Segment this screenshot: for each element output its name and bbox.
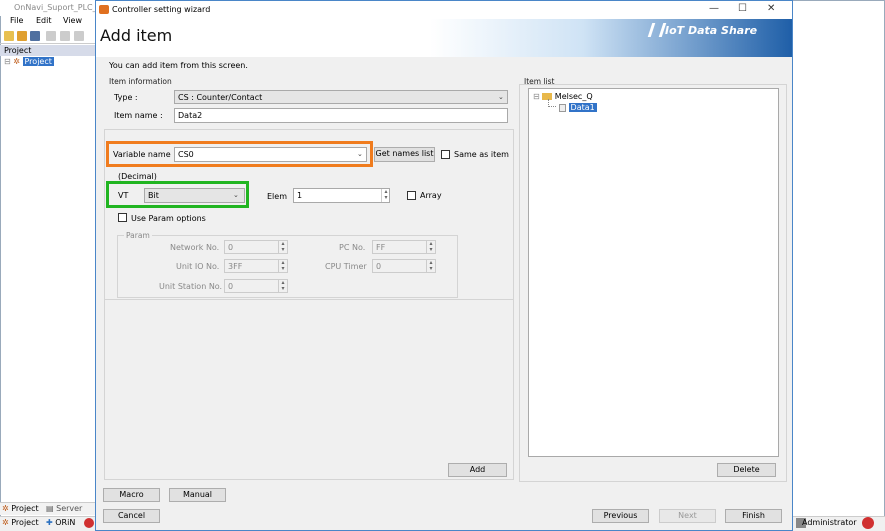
same-as-item-label: Same as item	[454, 150, 509, 159]
dialog-icon	[99, 5, 109, 14]
item-name-input[interactable]: Data2	[174, 108, 508, 123]
pc-no-label: PC No.	[339, 243, 366, 252]
cancel-button[interactable]: Cancel	[103, 509, 160, 523]
array-checkbox[interactable]	[407, 191, 416, 200]
previous-button[interactable]: Previous	[592, 509, 649, 523]
finish-button[interactable]: Finish	[725, 509, 782, 523]
delete-button[interactable]: Delete	[717, 463, 776, 477]
tree-connector	[548, 99, 556, 107]
project-tree-root[interactable]: ⊟ ✲ Project	[4, 57, 54, 66]
dialog-title: Controller setting wizard	[112, 5, 211, 14]
param-label: Param	[124, 231, 152, 240]
cpu-timer-spinner: ▴ ▾	[426, 260, 435, 272]
copy-icon[interactable]	[60, 31, 70, 41]
unit-io-spinner: ▴ ▾	[278, 260, 287, 272]
add-button[interactable]: Add	[448, 463, 507, 477]
tree-node-data1[interactable]: Data1	[559, 103, 597, 112]
app-title: OnNavi_Suport_PLC_N	[0, 0, 100, 16]
item-info-label: Item information	[109, 77, 172, 86]
elem-label: Elem	[267, 192, 287, 201]
cpu-timer-label: CPU Timer	[325, 262, 367, 271]
same-as-item-checkbox[interactable]	[441, 150, 450, 159]
paste-icon[interactable]	[74, 31, 84, 41]
use-param-checkbox[interactable]	[118, 213, 127, 222]
item-editor-frame	[104, 300, 514, 480]
menu-file[interactable]: File	[10, 16, 23, 25]
item-list-tree[interactable]	[528, 88, 779, 457]
radix-label: (Decimal)	[118, 172, 157, 181]
network-no-spinner: ▴ ▾	[278, 241, 287, 253]
tab-server[interactable]: ▤ Server	[46, 504, 82, 513]
new-icon[interactable]	[4, 31, 14, 41]
elem-spinner[interactable]: ▴ ▾	[381, 189, 390, 202]
brand-name: IoT Data Share	[665, 24, 758, 37]
close-icon[interactable]: ✕	[767, 3, 775, 14]
unit-station-label: Unit Station No.	[159, 282, 223, 291]
tab-project[interactable]: ✲ Project	[2, 504, 39, 513]
unit-station-spinner: ▴ ▾	[278, 280, 287, 292]
dialog-subtitle: You can add item from this screen.	[109, 61, 248, 70]
menu-view[interactable]: View	[63, 16, 82, 25]
elem-input[interactable]: 1	[293, 188, 390, 203]
open-folder-icon[interactable]	[17, 31, 27, 41]
use-param-label: Use Param options	[131, 214, 206, 223]
minimize-icon[interactable]: —	[709, 3, 719, 14]
macro-button[interactable]: Macro	[103, 488, 160, 502]
manual-button[interactable]: Manual	[169, 488, 226, 502]
stop-icon[interactable]	[84, 518, 94, 528]
status-project[interactable]: ✲ Project	[2, 518, 39, 527]
variable-highlight	[106, 141, 373, 167]
status-orin[interactable]: ✚ ORiN	[46, 518, 75, 527]
array-label: Array	[420, 191, 442, 200]
project-node-icon: ✲	[13, 57, 20, 66]
save-icon[interactable]	[30, 31, 40, 41]
network-no-label: Network No.	[170, 243, 220, 252]
maximize-icon[interactable]: ☐	[738, 3, 747, 14]
tree-node-melsec[interactable]: ⊟ Melsec_Q	[533, 92, 593, 101]
project-panel-header: Project	[0, 45, 100, 56]
cut-icon[interactable]	[46, 31, 56, 41]
status-user: Administrator	[802, 518, 857, 527]
project-tree-label: Project	[22, 57, 54, 66]
vt-highlight	[106, 181, 249, 208]
status-alert-icon	[862, 517, 874, 529]
item-icon	[559, 103, 566, 112]
type-chevron-down-icon[interactable]: ⌄	[498, 93, 504, 101]
pc-no-spinner: ▴ ▾	[426, 241, 435, 253]
item-name-label: Item name :	[114, 111, 163, 120]
menu-edit[interactable]: Edit	[36, 16, 52, 25]
get-names-list-button[interactable]: Get names list	[374, 147, 435, 162]
type-select[interactable]: CS : Counter/Contact	[174, 90, 508, 104]
unit-io-label: Unit IO No.	[176, 262, 220, 271]
type-label: Type :	[114, 93, 138, 102]
page-title: Add item	[100, 26, 173, 45]
next-button: Next	[659, 509, 716, 523]
